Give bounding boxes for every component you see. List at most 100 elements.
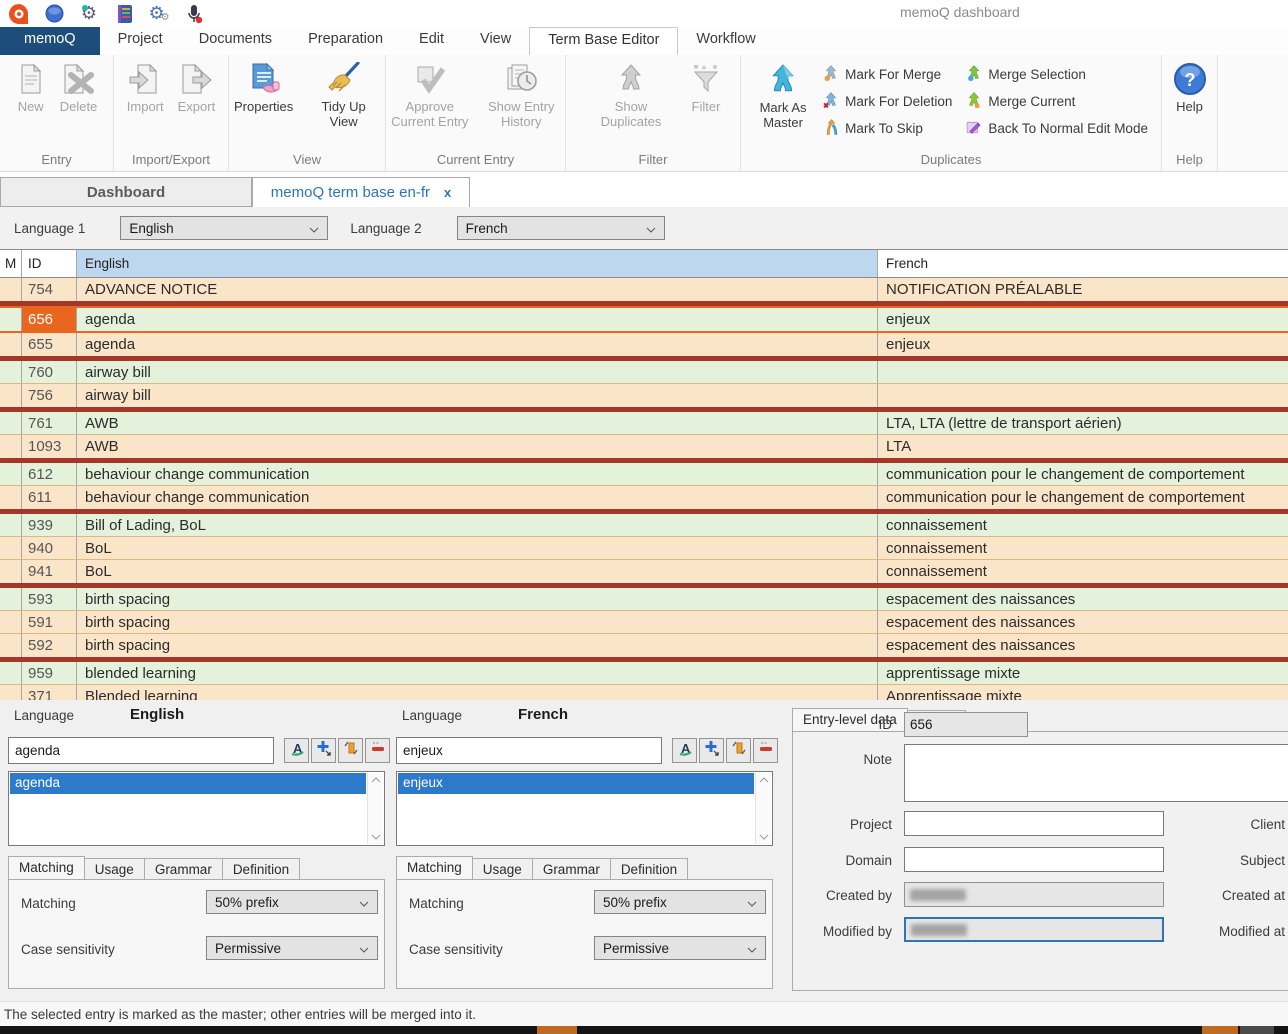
tab-definition[interactable]: Definition [611,858,688,880]
table-row[interactable]: 959blended learningapprentissage mixte [0,662,1288,685]
domain-input[interactable] [904,847,1164,872]
tab-matching[interactable]: Matching [396,856,473,880]
listbox-scrollbar[interactable] [367,773,383,844]
approve-current-entry-button[interactable]: Approve Current Entry [386,58,474,152]
note-textarea[interactable] [904,744,1288,802]
column-header-english[interactable]: English [77,250,878,277]
case-sensitivity-select[interactable]: Permissive [206,936,378,960]
settings-gear-icon[interactable]: ⚙ [78,3,100,25]
menu-tab-documents[interactable]: Documents [181,27,290,55]
help-button[interactable]: ? Help [1168,58,1212,152]
show-entry-history-button[interactable]: Show Entry History [478,58,566,152]
table-row[interactable]: 754ADVANCE NOTICENOTIFICATION PRÉALABLE [0,278,1288,301]
matching-select[interactable]: 50% prefix [594,890,766,914]
table-row[interactable]: 1093AWBLTA [0,435,1288,458]
properties-button[interactable]: Properties [229,58,298,152]
table-row[interactable]: 592birth spacingespacement des naissance… [0,634,1288,657]
new-document-icon [16,61,46,97]
case-sensitivity-select[interactable]: Permissive [594,936,766,960]
dictation-mic-icon[interactable] [183,3,205,25]
listbox-scrollbar[interactable] [755,773,771,844]
table-row[interactable]: 940BoLconnaissement [0,537,1288,560]
tab-grammar[interactable]: Grammar [533,858,611,880]
reorder-term-button[interactable] [338,738,363,763]
tab-usage[interactable]: Usage [473,858,533,880]
column-header-id[interactable]: ID [22,250,77,277]
language2-select[interactable]: French [457,216,665,240]
modified-by-field[interactable] [904,917,1164,942]
mark-as-master-button[interactable]: Mark As Master [751,59,815,152]
merge-selection-icon [966,65,982,84]
merge-arrow-icon [823,65,839,84]
options-gears-icon[interactable]: ⚙⚙ [148,3,170,25]
help-globe-icon[interactable] [43,3,65,25]
new-entry-button[interactable]: New [11,58,51,152]
tab-grammar[interactable]: Grammar [145,858,223,880]
table-row[interactable]: 611behaviour change communicationcommuni… [0,486,1288,509]
menu-tab-workflow[interactable]: Workflow [678,27,773,55]
back-to-normal-edit-mode-button[interactable]: Back To Normal Edit Mode [966,115,1151,142]
project-input[interactable] [904,811,1164,836]
tab-term-base[interactable]: memoQ term base en-fr x [252,177,470,207]
add-term-button[interactable] [699,738,724,763]
export-button[interactable]: Export [173,58,221,152]
tab-usage[interactable]: Usage [85,858,145,880]
term-listbox[interactable]: enjeux [396,771,773,846]
table-row[interactable]: 756airway bill [0,384,1288,407]
table-row[interactable]: 760airway bill [0,361,1288,384]
add-term-button[interactable] [311,738,336,763]
term-list-item-selected[interactable]: agenda [10,773,366,794]
table-row[interactable]: 656agendaenjeux [0,306,1288,333]
merge-selection-button[interactable]: Merge Selection [966,61,1151,88]
merge-current-button[interactable]: Merge Current [966,88,1151,115]
resources-notebook-icon[interactable] [113,3,135,25]
close-tab-icon[interactable]: x [444,185,451,200]
term-input[interactable] [396,737,662,764]
import-button[interactable]: Import [122,58,169,152]
menu-tab-view[interactable]: View [462,27,529,55]
table-row[interactable]: 941BoLconnaissement [0,560,1288,583]
term-list-item-selected[interactable]: enjeux [398,773,754,794]
menu-tab-term-base-editor[interactable]: Term Base Editor [529,27,678,55]
table-row[interactable]: 761AWBLTA, LTA (lettre de transport aéri… [0,412,1288,435]
matching-select[interactable]: 50% prefix [206,890,378,914]
mark-to-skip-button[interactable]: Mark To Skip [823,115,958,142]
delete-entry-button[interactable]: Delete [55,58,103,152]
tab-matching[interactable]: Matching [8,856,85,880]
show-duplicates-button[interactable]: Show Duplicates [580,58,682,152]
term-format-button[interactable]: A [672,738,697,763]
mark-for-deletion-button[interactable]: Mark For Deletion [823,88,958,115]
column-header-french[interactable]: French [878,250,1288,277]
term-format-button[interactable]: A [284,738,309,763]
master-arrow-icon [767,62,799,98]
tab-definition[interactable]: Definition [223,858,300,880]
plus-icon [704,740,720,761]
remove-term-button[interactable] [753,738,778,763]
column-header-master[interactable]: M [0,250,22,277]
menu-tab-preparation[interactable]: Preparation [290,27,401,55]
menu-tab-memoq[interactable]: memoQ [0,27,100,55]
table-row[interactable]: 371Blended learningApprentissage mixte [0,685,1288,700]
filter-button[interactable]: Filter [686,58,726,152]
term-listbox[interactable]: agenda [8,771,385,846]
remove-term-button[interactable] [365,738,390,763]
table-row[interactable]: 612behaviour change communicationcommuni… [0,463,1288,486]
term-input[interactable] [8,737,274,764]
approve-check-icon [414,61,446,97]
tidy-up-view-button[interactable]: Tidy Up View [302,58,385,152]
memoq-logo-icon[interactable] [8,3,30,25]
created-by-label: Created by [802,888,892,903]
row-english-term: Bill of Lading, BoL [77,514,878,536]
tab-dashboard[interactable]: Dashboard [0,177,252,207]
row-french-term [878,361,1288,383]
language1-select[interactable]: English [120,216,328,240]
mark-for-merge-button[interactable]: Mark For Merge [823,61,958,88]
filter-funnel-icon [691,61,721,97]
table-row[interactable]: 939Bill of Lading, BoLconnaissement [0,514,1288,537]
menu-tab-project[interactable]: Project [100,27,181,55]
table-row[interactable]: 593birth spacingespacement des naissance… [0,588,1288,611]
reorder-term-button[interactable] [726,738,751,763]
table-row[interactable]: 655agendaenjeux [0,333,1288,356]
menu-tab-edit[interactable]: Edit [401,27,462,55]
table-row[interactable]: 591birth spacingespacement des naissance… [0,611,1288,634]
